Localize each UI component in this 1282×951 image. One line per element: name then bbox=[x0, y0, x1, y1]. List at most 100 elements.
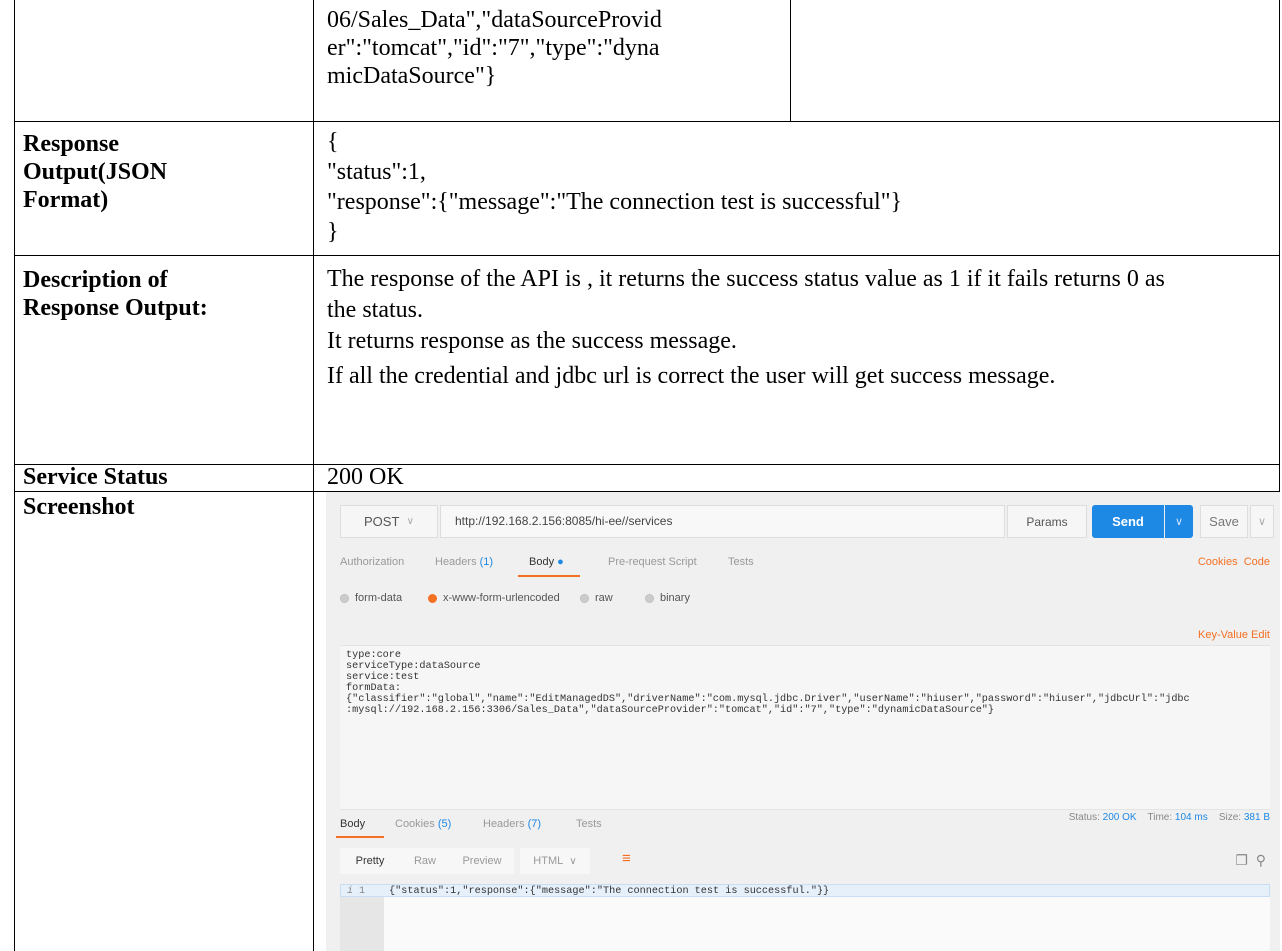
params-button[interactable]: Params bbox=[1007, 505, 1087, 538]
request-links: Cookies Code bbox=[1198, 556, 1270, 568]
json-line: { bbox=[327, 129, 339, 155]
tab-body[interactable]: Body ● bbox=[529, 556, 564, 568]
tab-headers[interactable]: Headers (1) bbox=[435, 556, 493, 568]
radio-binary[interactable]: binary bbox=[645, 592, 690, 604]
chevron-down-icon: ∨ bbox=[1257, 516, 1267, 528]
active-dot-icon: ● bbox=[557, 556, 564, 568]
description-row: Description of Response Output: The resp… bbox=[14, 256, 1280, 465]
status-value: 200 OK bbox=[1102, 812, 1137, 823]
tab-tests[interactable]: Tests bbox=[728, 556, 754, 568]
description-paragraph: If all the credential and jdbc url is co… bbox=[327, 363, 1056, 389]
radio-icon bbox=[580, 593, 589, 603]
save-options-button[interactable]: ∨ bbox=[1250, 505, 1274, 538]
resp-tab-cookies[interactable]: Cookies (5) bbox=[395, 818, 451, 830]
radio-icon bbox=[645, 593, 654, 603]
wrap-lines-icon[interactable]: ≡ bbox=[622, 850, 631, 867]
radio-form-data[interactable]: form-data bbox=[340, 592, 402, 604]
label-line: Format) bbox=[23, 187, 109, 213]
status-label: Status: bbox=[1068, 812, 1100, 823]
label-line: Description of bbox=[23, 267, 168, 293]
format-select[interactable]: HTML ∨ bbox=[520, 848, 590, 874]
json-line: "status":1, bbox=[327, 159, 426, 185]
request-line: micDataSource"} bbox=[327, 63, 497, 89]
send-button[interactable]: Send bbox=[1092, 505, 1164, 538]
tab-count: (7) bbox=[527, 818, 542, 830]
chevron-down-icon: ∨ bbox=[406, 516, 414, 527]
resp-tab-headers[interactable]: Headers (7) bbox=[483, 818, 541, 830]
tab-label: Tests bbox=[576, 818, 602, 830]
code-link[interactable]: Code bbox=[1244, 556, 1270, 568]
radio-label: raw bbox=[595, 592, 613, 604]
view-raw-button[interactable]: Raw bbox=[400, 848, 450, 874]
size-label: Size: bbox=[1218, 812, 1242, 823]
label-line: Response bbox=[23, 131, 120, 157]
tab-authorization[interactable]: Authorization bbox=[340, 556, 404, 568]
time-label: Time: bbox=[1147, 812, 1173, 823]
label-line: Output(JSON bbox=[23, 159, 168, 185]
service-status-label: Service Status bbox=[23, 464, 168, 490]
response-view-toolbar: Pretty Raw Preview HTML ∨ ≡ bbox=[340, 848, 1270, 874]
view-preview-button[interactable]: Preview bbox=[450, 848, 514, 874]
resp-tab-body[interactable]: Body bbox=[340, 818, 365, 830]
radio-icon bbox=[340, 593, 349, 603]
response-body-viewer: i 1 {"status":1,"response":{"message":"T… bbox=[340, 884, 1270, 951]
response-output-row: Response Output(JSON Format) { "status":… bbox=[14, 122, 1280, 256]
send-options-button[interactable]: ∨ bbox=[1165, 505, 1193, 538]
format-label: HTML bbox=[533, 855, 564, 867]
request-tabs: Authorization Headers (1) Body ● Pre-req… bbox=[340, 556, 1270, 578]
method-label: POST bbox=[364, 514, 400, 529]
screenshot-label: Screenshot bbox=[23, 494, 135, 520]
tab-label: Tests bbox=[728, 556, 754, 568]
tab-pre-request-script[interactable]: Pre-request Script bbox=[608, 556, 697, 568]
chevron-down-icon: ∨ bbox=[1174, 516, 1184, 528]
tab-count: (5) bbox=[437, 818, 452, 830]
service-status-row: Service Status 200 OK bbox=[14, 464, 1280, 492]
table-column-divider-top bbox=[790, 0, 791, 122]
view-pretty-button[interactable]: Pretty bbox=[340, 848, 400, 874]
response-code: {"status":1,"response":{"message":"The c… bbox=[389, 886, 830, 897]
url-bar: POST ∨ http://192.168.2.156:8085/hi-ee//… bbox=[340, 505, 1274, 538]
resp-tab-tests[interactable]: Tests bbox=[576, 818, 602, 830]
radio-label: form-data bbox=[355, 592, 403, 604]
tab-label: Authorization bbox=[340, 556, 405, 568]
description-paragraph: It returns response as the success messa… bbox=[327, 328, 737, 354]
table-border-left bbox=[14, 0, 15, 951]
request-body-editor[interactable]: type:core serviceType:dataSource service… bbox=[340, 645, 1270, 810]
postman-screenshot: POST ∨ http://192.168.2.156:8085/hi-ee//… bbox=[326, 492, 1280, 951]
description-text: The response of the API is , it returns … bbox=[327, 264, 1187, 392]
cookies-link[interactable]: Cookies bbox=[1198, 556, 1238, 568]
radio-label: binary bbox=[660, 592, 690, 604]
description-paragraph: The response of the API is , it returns … bbox=[327, 266, 1165, 323]
save-button[interactable]: Save bbox=[1200, 505, 1248, 538]
chevron-down-icon: ∨ bbox=[569, 855, 577, 867]
radio-label: x-www-form-urlencoded bbox=[443, 592, 560, 604]
json-line: "response":{"message":"The connection te… bbox=[327, 189, 903, 215]
radio-x-www-form-urlencoded[interactable]: x-www-form-urlencoded bbox=[428, 592, 560, 604]
request-continuation-row: 06/Sales_Data","dataSourceProvid er":"to… bbox=[14, 0, 1280, 122]
service-status-value: 200 OK bbox=[327, 464, 404, 490]
size-value: 381 B bbox=[1243, 812, 1270, 823]
tab-label: Body bbox=[340, 818, 366, 830]
table-column-divider bbox=[313, 0, 314, 951]
line-number: i 1 bbox=[347, 886, 365, 897]
search-icon[interactable]: ⚲ bbox=[1256, 852, 1266, 868]
response-line: i 1 {"status":1,"response":{"message":"T… bbox=[340, 884, 1270, 897]
tab-label: Headers bbox=[483, 818, 525, 830]
description-label: Description of Response Output: bbox=[23, 266, 208, 322]
response-stats: Status: 200 OK Time: 104 ms Size: 381 B bbox=[1069, 812, 1270, 823]
document-table: 06/Sales_Data","dataSourceProvid er":"to… bbox=[14, 0, 1280, 951]
radio-selected-icon bbox=[428, 593, 437, 603]
url-input[interactable]: http://192.168.2.156:8085/hi-ee//service… bbox=[440, 505, 1005, 538]
request-continuation-text: 06/Sales_Data","dataSourceProvid er":"to… bbox=[327, 6, 662, 90]
info-icon: i bbox=[347, 886, 354, 897]
tab-label: Cookies bbox=[395, 818, 435, 830]
json-line: } bbox=[327, 219, 339, 245]
method-select[interactable]: POST ∨ bbox=[340, 505, 438, 538]
tab-count: (1) bbox=[479, 556, 494, 568]
radio-raw[interactable]: raw bbox=[580, 592, 613, 604]
tab-label: Body bbox=[529, 556, 555, 568]
response-tools: ❐ ⚲ bbox=[1235, 852, 1266, 869]
copy-icon[interactable]: ❐ bbox=[1235, 852, 1248, 868]
key-value-edit-link[interactable]: Key-Value Edit bbox=[1198, 629, 1270, 641]
active-tab-underline bbox=[518, 575, 580, 577]
